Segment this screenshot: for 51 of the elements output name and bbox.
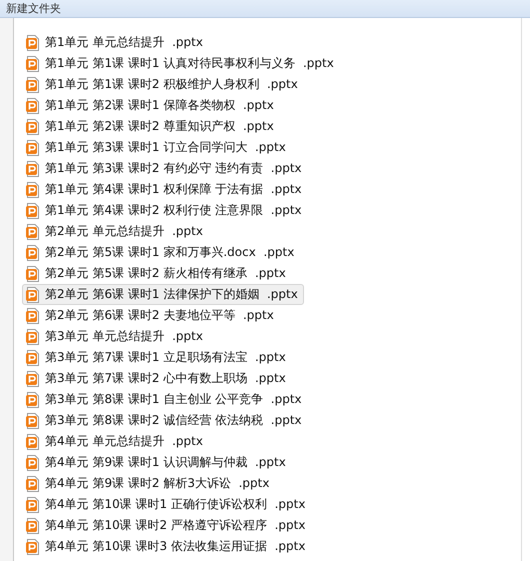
- file-item[interactable]: 第3单元 单元总结提升 .pptx: [22, 326, 209, 347]
- presentation-file-icon: [26, 76, 40, 92]
- file-item[interactable]: 第1单元 第1课 课时2 积极维护人身权利 .pptx: [22, 74, 304, 95]
- file-item[interactable]: 第4单元 第9课 课时1 认识调解与仲裁 .pptx: [22, 452, 292, 473]
- presentation-file-icon: [26, 370, 40, 386]
- folder-title: 新建文件夹: [6, 2, 61, 14]
- file-item[interactable]: 第4单元 第10课 课时2 严格遵守诉讼程序 .pptx: [22, 515, 312, 536]
- presentation-file-icon: [26, 392, 40, 408]
- presentation-file-icon: [26, 98, 40, 114]
- file-item[interactable]: 第3单元 第8课 课时2 诚信经营 依法纳税 .pptx: [22, 410, 308, 431]
- file-item[interactable]: 第3单元 第8课 课时1 自主创业 公平竞争 .pptx: [22, 389, 308, 410]
- file-item[interactable]: 第1单元 第2课 课时2 尊重知识产权 .pptx: [22, 116, 280, 137]
- file-item[interactable]: 第4单元 第10课 课时3 依法收集运用证据 .pptx: [22, 536, 312, 557]
- file-item[interactable]: 第2单元 单元总结提升 .pptx: [22, 221, 209, 242]
- presentation-file-icon: [26, 182, 40, 198]
- file-item[interactable]: 第2单元 第6课 课时2 夫妻地位平等 .pptx: [22, 305, 280, 326]
- file-item[interactable]: 第1单元 单元总结提升 .pptx: [22, 32, 209, 53]
- presentation-file-icon: [26, 34, 40, 50]
- file-item[interactable]: 第4单元 第10课 课时1 正确行使诉讼权利 .pptx: [22, 494, 312, 515]
- file-item[interactable]: 第1单元 第3课 课时1 订立合同学问大 .pptx: [22, 137, 292, 158]
- presentation-file-icon: [26, 328, 40, 344]
- file-item[interactable]: 第2单元 第6课 课时1 法律保护下的婚姻 .pptx: [22, 284, 304, 305]
- file-item[interactable]: 第1单元 第4课 课时2 权利行使 注意界限 .pptx: [22, 200, 308, 221]
- file-item[interactable]: 第3单元 第7课 课时1 立足职场有法宝 .pptx: [22, 347, 292, 368]
- presentation-file-icon: [26, 476, 40, 492]
- presentation-file-icon: [26, 518, 40, 534]
- presentation-file-icon: [26, 56, 40, 72]
- presentation-file-icon: [26, 538, 40, 554]
- file-item[interactable]: 第1单元 第2课 课时1 保障各类物权 .pptx: [22, 95, 280, 116]
- file-item[interactable]: 第1单元 第3课 课时2 有约必守 违约有责 .pptx: [22, 158, 308, 179]
- presentation-file-icon: [26, 244, 40, 260]
- file-item[interactable]: 第3单元 第7课 课时2 心中有数上职场 .pptx: [22, 368, 292, 389]
- file-item[interactable]: 第2单元 第5课 课时2 薪火相传有继承 .pptx: [22, 263, 292, 284]
- presentation-file-icon: [26, 118, 40, 134]
- presentation-file-icon: [26, 266, 40, 282]
- presentation-file-icon: [26, 412, 40, 428]
- file-item[interactable]: 第4单元 第9课 课时2 解析3大诉讼 .pptx: [22, 473, 276, 494]
- presentation-file-icon: [26, 350, 40, 366]
- presentation-file-icon: [26, 140, 40, 156]
- presentation-file-icon: [26, 496, 40, 512]
- file-item[interactable]: 第1单元 第1课 课时1 认真对待民事权利与义务 .pptx: [22, 53, 340, 74]
- file-item[interactable]: 第2单元 第5课 课时1 家和万事兴.docx .pptx: [22, 242, 300, 263]
- presentation-file-icon: [26, 286, 40, 302]
- presentation-file-icon: [26, 224, 40, 240]
- presentation-file-icon: [26, 308, 40, 324]
- presentation-file-icon: [26, 160, 40, 176]
- file-item[interactable]: 第4单元 单元总结提升 .pptx: [22, 431, 209, 452]
- presentation-file-icon: [26, 454, 40, 470]
- presentation-file-icon: [26, 434, 40, 450]
- file-item[interactable]: 第1单元 第4课 课时1 权利保障 于法有据 .pptx: [22, 179, 308, 200]
- presentation-file-icon: [26, 202, 40, 218]
